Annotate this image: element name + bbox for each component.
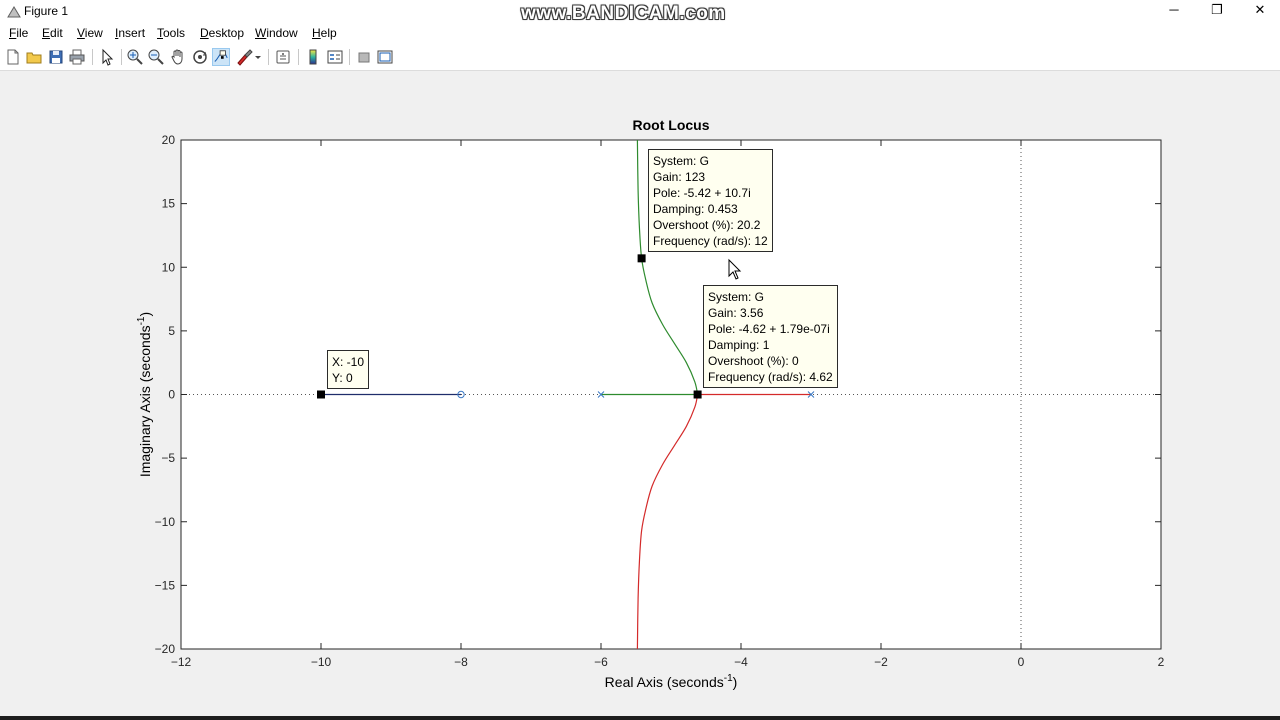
x-tick-label: 2	[1158, 655, 1165, 669]
datatip-line: Damping: 0.453	[653, 202, 738, 216]
figure-canvas: −12 −10 −8 −6 −4 −2 0 2 −20 −15 −10 −5 0 5 10 15 20 Root …	[0, 71, 1280, 716]
insert-legend-icon[interactable]	[326, 48, 344, 66]
window-title: Figure 1	[24, 4, 69, 18]
print-icon[interactable]	[68, 48, 86, 66]
root-locus-plot[interactable]: −12 −10 −8 −6 −4 −2 0 2−20−15−10−505101520Root …	[0, 71, 1280, 716]
window-bottom-edge	[0, 716, 1280, 720]
datatip-line: Overshoot (%): 0	[708, 354, 799, 368]
y-tick-label: 0	[168, 388, 175, 402]
chevron-down-icon[interactable]	[253, 48, 263, 66]
x-axis-label-end: )	[733, 674, 738, 690]
y-tick-label: 5	[168, 324, 175, 338]
x-tick-label: −12	[171, 655, 192, 669]
y-tick-label: −10	[155, 515, 176, 529]
menu-view[interactable]: View	[77, 26, 103, 40]
datatip-marker	[693, 390, 702, 399]
datatip-line: Pole: -4.62 + 1.79e-07i	[708, 322, 830, 336]
hide-plot-tools-icon[interactable]	[355, 48, 373, 66]
menu-desktop[interactable]: Desktop	[200, 26, 244, 40]
chart-title: Root Locus	[633, 117, 710, 133]
y-axis-label-text: Imaginary Axis (seconds	[137, 325, 153, 477]
x-tick-label: 0	[1018, 655, 1025, 669]
toolbar-separator	[349, 49, 350, 65]
edit-plot-icon[interactable]	[98, 48, 116, 66]
y-tick-label: 20	[162, 133, 176, 147]
y-axis-label-end: )	[137, 312, 153, 317]
datatip-box[interactable]: X: -10 Y: 0	[327, 350, 370, 389]
x-axis-label-text: Real Axis (seconds	[605, 674, 724, 690]
show-plot-tools-icon[interactable]	[376, 48, 394, 66]
datatip-line: X: -10	[332, 355, 365, 369]
y-tick-label: −5	[161, 451, 175, 465]
menu-edit[interactable]: Edit	[42, 26, 63, 40]
datatip-marker	[317, 390, 325, 399]
recording-watermark: www.BANDICAM.com	[521, 3, 726, 24]
close-button[interactable]: ✕	[1238, 0, 1280, 22]
y-tick-label: −20	[155, 642, 176, 656]
y-tick-label: −15	[155, 578, 176, 592]
datatip-marker	[637, 254, 646, 263]
x-axis-label: Real Axis (seconds-1)	[605, 673, 738, 690]
datatip-box[interactable]: System: G Gain: 3.56 Pole: -4.62 + 1.79e-0…	[703, 285, 838, 388]
link-plot-icon[interactable]	[274, 48, 292, 66]
x-tick-label: −6	[594, 655, 608, 669]
save-icon[interactable]	[47, 48, 65, 66]
datatip-line: Gain: 123	[653, 170, 706, 184]
restore-button[interactable]: ❐	[1195, 0, 1239, 22]
menu-help[interactable]: Help	[312, 26, 337, 40]
datatip-box[interactable]: System: G Gain: 123 Pole: -5.42 + 10.7i Dam…	[648, 149, 773, 252]
y-tick-label: 15	[162, 197, 176, 211]
zoom-in-icon[interactable]	[126, 48, 144, 66]
open-file-icon[interactable]	[25, 48, 43, 66]
minimize-button[interactable]: ─	[1152, 0, 1196, 22]
x-tick-label: −10	[311, 655, 332, 669]
menu-window[interactable]: Window	[255, 26, 298, 40]
toolbar-separator	[268, 49, 269, 65]
x-tick-label: −2	[874, 655, 888, 669]
x-tick-label: −8	[454, 655, 468, 669]
menu-insert[interactable]: Insert	[115, 26, 145, 40]
menu-file[interactable]: File	[9, 26, 28, 40]
x-tick-label: −4	[734, 655, 748, 669]
datatip-line: Overshoot (%): 20.2	[653, 218, 761, 232]
new-figure-icon[interactable]	[4, 48, 22, 66]
title-bar: Figure 1 www.BANDICAM.com ─ ❐ ✕	[0, 0, 1280, 24]
menu-bar: File Edit View Insert Tools Desktop Wind…	[0, 24, 1280, 44]
datatip-line: Frequency (rad/s): 12	[653, 234, 768, 248]
datatip-line: Y: 0	[332, 371, 353, 385]
data-cursor-icon[interactable]	[212, 48, 230, 66]
datatip-line: Gain: 3.56	[708, 306, 764, 320]
zoom-out-icon[interactable]	[147, 48, 165, 66]
rotate-3d-icon[interactable]	[191, 48, 209, 66]
figure-toolbar	[0, 44, 1280, 71]
toolbar-separator	[121, 49, 122, 65]
brush-icon[interactable]	[235, 48, 253, 66]
toolbar-separator	[92, 49, 93, 65]
datatip-line: Frequency (rad/s): 4.62	[708, 370, 833, 384]
datatip-line: Damping: 1	[708, 338, 770, 352]
menu-tools[interactable]: Tools	[157, 26, 185, 40]
toolbar-separator	[298, 49, 299, 65]
datatip-line: System: G	[708, 290, 765, 304]
y-axis-label: Imaginary Axis (seconds-1)	[136, 312, 153, 477]
datatip-line: Pole: -5.42 + 10.7i	[653, 186, 751, 200]
datatip-line: System: G	[653, 154, 710, 168]
y-tick-label: 10	[162, 260, 176, 274]
pan-icon[interactable]	[169, 48, 187, 66]
matlab-figure-icon	[7, 6, 21, 18]
insert-colorbar-icon[interactable]	[304, 48, 322, 66]
